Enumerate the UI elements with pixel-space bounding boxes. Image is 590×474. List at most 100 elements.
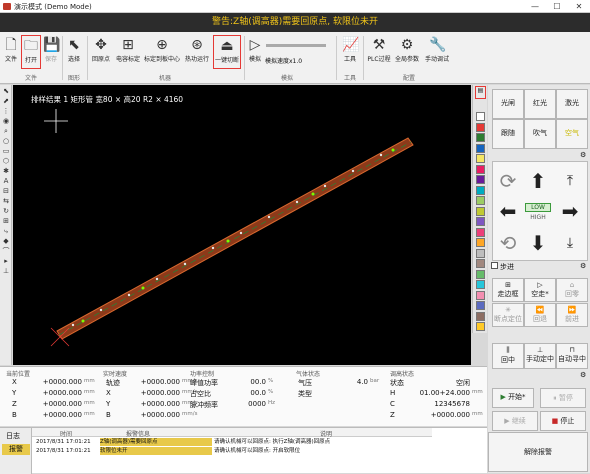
save-button[interactable]: 💾 保存: [42, 35, 60, 69]
step-forward-button[interactable]: ⏩ 前进: [556, 303, 588, 327]
step-checkbox[interactable]: [491, 262, 498, 269]
shutter-button[interactable]: 光闸: [492, 89, 524, 119]
layer-color-swatch[interactable]: [476, 248, 485, 258]
jog-right-button[interactable]: ➡: [558, 199, 582, 223]
star-tool-icon[interactable]: ✱: [1, 167, 11, 176]
center-button[interactable]: ⊕ 标定到板中心: [143, 35, 181, 69]
z-up-button[interactable]: ⤒: [558, 169, 582, 193]
pause-button[interactable]: ⏸ 暂停: [540, 388, 586, 408]
trace-frame-button[interactable]: ⊞ 走边框: [492, 278, 524, 302]
layer-color-swatch[interactable]: [476, 311, 485, 321]
z-down-button[interactable]: ⤓: [558, 231, 582, 255]
calibrate-button[interactable]: ⊞ 电容标定: [114, 35, 142, 69]
tag-tool-icon[interactable]: ▸: [1, 257, 11, 266]
layer-color-swatch[interactable]: [476, 185, 485, 195]
layer-color-swatch[interactable]: [476, 133, 485, 142]
drop-tool-icon[interactable]: ◆: [1, 237, 11, 246]
tab-log[interactable]: 日志: [6, 431, 20, 441]
return-zero-button[interactable]: ⌂ 回零: [556, 278, 588, 302]
status-cell: mm: [84, 411, 95, 417]
drawing-canvas[interactable]: 排样结果 1 矩形管 宽80 × 高20 R2 × 4160: [13, 85, 471, 365]
array-tool-icon[interactable]: ⊞: [1, 217, 11, 226]
layer-color-swatch[interactable]: [476, 322, 485, 331]
grid-tool-icon[interactable]: ⋮: [1, 107, 11, 116]
manual-center-button[interactable]: ⊥ 手动定中: [524, 343, 556, 369]
blow-button[interactable]: 吹气: [524, 119, 556, 149]
layer-color-swatch[interactable]: [476, 154, 485, 163]
gear-icon: ⚙: [400, 37, 414, 53]
layer-color-swatch[interactable]: [476, 259, 485, 268]
step-back-button[interactable]: ⏪ 回退: [524, 303, 556, 327]
tab-alarm[interactable]: 报警: [2, 444, 30, 455]
rotate-ccw-icon[interactable]: ⟲: [496, 231, 520, 255]
start-button[interactable]: ▶ 开始*: [492, 388, 534, 408]
low-speed-toggle[interactable]: LOW: [525, 203, 551, 212]
follow-button[interactable]: 跟随: [492, 119, 524, 149]
tools-button[interactable]: 📈 工具: [340, 35, 360, 69]
layer-color-swatch[interactable]: [476, 175, 485, 184]
breakpoint-button[interactable]: ✳ 断点定位: [492, 303, 524, 327]
layer-color-swatch[interactable]: [476, 164, 485, 174]
rotate-cw-icon[interactable]: ⟳: [496, 169, 520, 193]
layer-color-swatch[interactable]: [476, 143, 485, 153]
air-button[interactable]: 空气: [556, 119, 588, 149]
layer-color-swatch[interactable]: [476, 301, 485, 310]
eye-tool-icon[interactable]: ◉: [1, 117, 11, 126]
open-label: 打开: [24, 57, 37, 64]
layer-color-swatch[interactable]: [476, 227, 485, 237]
pointer-tool-icon[interactable]: ⬉: [1, 87, 11, 96]
layer-toggle-icon[interactable]: ▤: [475, 86, 486, 99]
minimize-button[interactable]: —: [524, 0, 546, 13]
center-return-button[interactable]: ⫼ 回中: [492, 343, 524, 369]
close-button[interactable]: ✕: [568, 0, 590, 13]
manual-debug-button[interactable]: 🔧 手动调试: [422, 35, 452, 69]
flip-tool-icon[interactable]: ⇆: [1, 197, 11, 206]
sim-speed-slider[interactable]: [266, 44, 326, 47]
node-tool-icon[interactable]: ⬈: [1, 97, 11, 106]
red-light-button[interactable]: 红光: [524, 89, 556, 119]
auto-center-button[interactable]: ⊓ 自动寻中: [556, 343, 588, 369]
plc-button[interactable]: ⚒ PLC过程: [366, 35, 392, 69]
layer-color-swatch[interactable]: [476, 196, 485, 205]
high-speed-label[interactable]: HIGH: [526, 214, 550, 221]
lead-tool-icon[interactable]: ⤷: [1, 227, 11, 236]
layer-color-swatch[interactable]: [476, 206, 485, 216]
layer-color-swatch[interactable]: [476, 238, 485, 247]
continue-button[interactable]: ▶ 继续: [492, 411, 538, 431]
clear-alarm-button[interactable]: 解除报警: [488, 432, 588, 472]
circle-tool-icon[interactable]: ○: [1, 137, 11, 146]
home-button[interactable]: ✥ 回原点: [89, 35, 113, 69]
layer-color-swatch[interactable]: [476, 112, 485, 121]
maximize-button[interactable]: ☐: [546, 0, 568, 13]
warmup-button[interactable]: ⊛ 热功运行: [182, 35, 212, 69]
layer-color-swatch[interactable]: [476, 217, 485, 226]
text-tool-icon[interactable]: A: [1, 177, 11, 186]
bridge-tool-icon[interactable]: ⌒: [1, 247, 11, 256]
layer-color-swatch[interactable]: [476, 122, 485, 132]
global-params-button[interactable]: ⚙ 全局参数: [393, 35, 421, 69]
jog-settings-icon[interactable]: ⚙: [580, 262, 586, 270]
jog-up-button[interactable]: ⬆: [526, 169, 550, 193]
io-settings-icon[interactable]: ⚙: [580, 151, 586, 159]
stop-button[interactable]: ■ 停止: [540, 411, 586, 431]
laser-button[interactable]: 激光: [556, 89, 588, 119]
jog-down-button[interactable]: ⬇: [526, 231, 550, 255]
file-button[interactable]: 🗋 文件: [2, 35, 20, 69]
rotate-tool-icon[interactable]: ↻: [1, 207, 11, 216]
select-button[interactable]: ⬉ 选择: [64, 35, 84, 69]
layer-color-swatch[interactable]: [476, 269, 485, 279]
dry-run-button[interactable]: ▷ 空走*: [524, 278, 556, 302]
layer-color-swatch[interactable]: [476, 280, 485, 289]
open-button[interactable]: 🗀 打开: [21, 35, 41, 69]
polygon-tool-icon[interactable]: ⬡: [1, 157, 11, 166]
layer-color-swatch[interactable]: [476, 290, 485, 300]
simulate-button[interactable]: ▷ 模拟: [247, 35, 263, 69]
jog-left-button[interactable]: ⬅: [496, 199, 520, 223]
rewind-icon: ⏪: [535, 306, 545, 314]
measure-tool-icon[interactable]: ⊟: [1, 187, 11, 196]
cut-off-button[interactable]: ⏏ 一键切断: [213, 35, 241, 69]
ruler-tool-icon[interactable]: ⊥: [1, 267, 11, 276]
zoom-tool-icon[interactable]: ⌕: [1, 127, 11, 136]
rect-tool-icon[interactable]: ▭: [1, 147, 11, 156]
action-settings-icon[interactable]: ⚙: [580, 371, 586, 379]
